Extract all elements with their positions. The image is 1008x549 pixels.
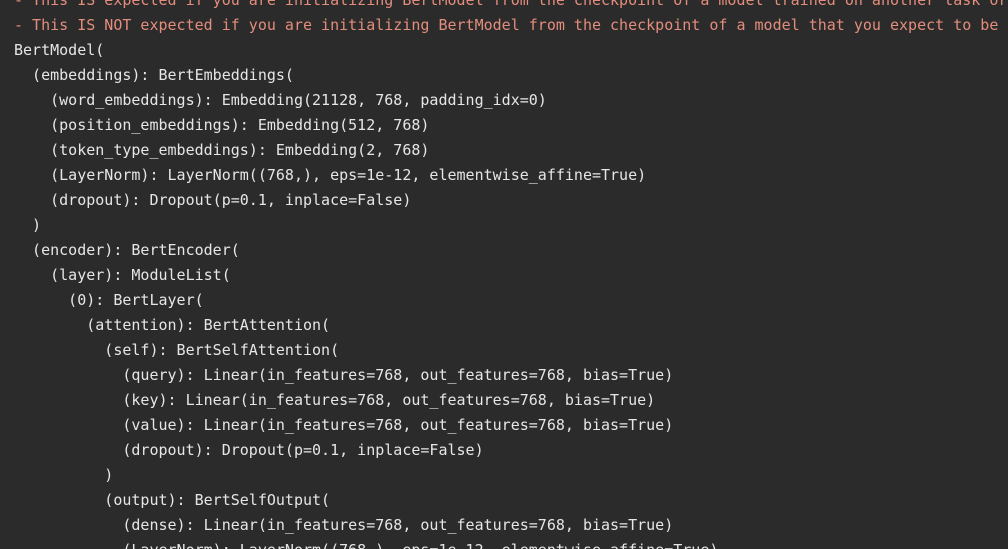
output-line: (layer): ModuleList( xyxy=(14,266,231,284)
output-line: (key): Linear(in_features=768, out_featu… xyxy=(14,391,656,409)
output-line: (encoder): BertEncoder( xyxy=(14,241,240,259)
output-line: (query): Linear(in_features=768, out_fea… xyxy=(14,366,674,384)
warning-line: - This IS expected if you are initializi… xyxy=(14,0,1008,9)
output-line: (word_embeddings): Embedding(21128, 768,… xyxy=(14,91,547,109)
output-line: (LayerNorm): LayerNorm((768,), eps=1e-12… xyxy=(14,538,1008,549)
output-line: (dropout): Dropout(p=0.1, inplace=False) xyxy=(14,191,412,209)
output-lines: - This IS expected if you are initializi… xyxy=(14,0,1008,549)
output-line: (position_embeddings): Embedding(512, 76… xyxy=(14,116,430,134)
terminal-output[interactable]: - This IS expected if you are initializi… xyxy=(0,0,1008,549)
output-line: (0): BertLayer( xyxy=(14,291,204,309)
output-line: BertModel( xyxy=(14,41,105,59)
output-line: (dropout): Dropout(p=0.1, inplace=False) xyxy=(14,441,484,459)
output-line: (dense): Linear(in_features=768, out_fea… xyxy=(14,516,674,534)
output-line: (LayerNorm): LayerNorm((768,), eps=1e-12… xyxy=(14,166,647,184)
output-line: (self): BertSelfAttention( xyxy=(14,341,340,359)
output-line: (embeddings): BertEmbeddings( xyxy=(14,66,294,84)
output-line: (output): BertSelfOutput( xyxy=(14,491,331,509)
warning-line: - This IS NOT expected if you are initia… xyxy=(14,16,1008,34)
output-line: (attention): BertAttention( xyxy=(14,316,331,334)
output-line: ) xyxy=(14,466,114,484)
output-line: (token_type_embeddings): Embedding(2, 76… xyxy=(14,141,430,159)
output-line: (value): Linear(in_features=768, out_fea… xyxy=(14,416,674,434)
output-line: ) xyxy=(14,216,42,234)
